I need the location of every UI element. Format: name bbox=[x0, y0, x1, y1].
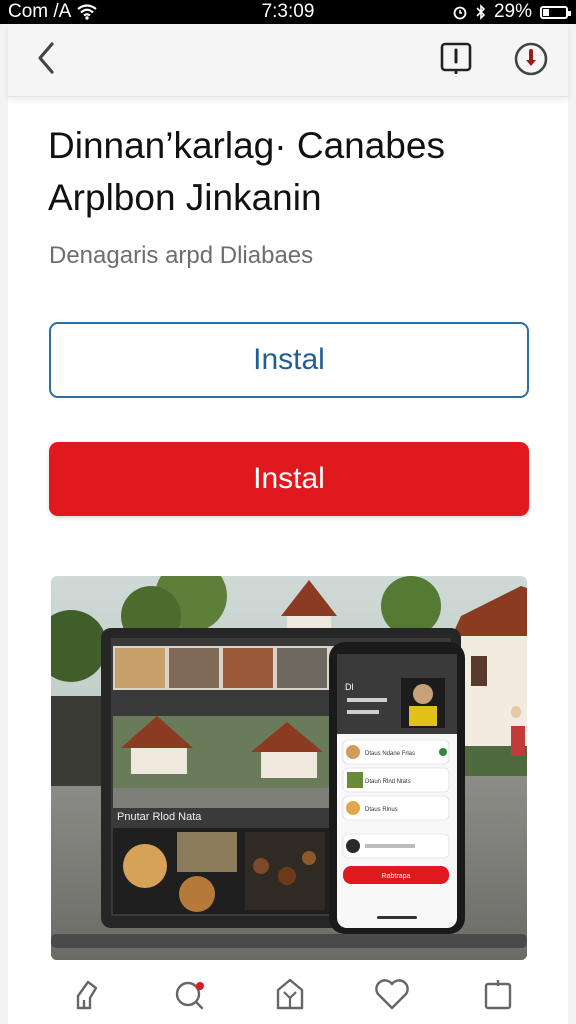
back-button[interactable] bbox=[32, 40, 62, 76]
tab-search[interactable] bbox=[170, 974, 210, 1014]
search-icon bbox=[175, 981, 204, 1010]
app-detail-sheet: Dinnan’karlag· Canabes Arplbon Jinkanin … bbox=[8, 24, 568, 1024]
status-bar: Com /A 7:3:09 29% bbox=[0, 0, 576, 24]
phone-item-1: Dtaus Ndane Frlas bbox=[365, 751, 415, 757]
app-screenshot[interactable]: Pnutar Rlod Nata Dl Dtaus Ndane Frlas Dt… bbox=[51, 576, 527, 960]
phone-button: Rabtrapa bbox=[382, 873, 411, 880]
heart-icon bbox=[375, 979, 409, 1010]
tab-bag[interactable] bbox=[478, 974, 518, 1014]
tab-home[interactable] bbox=[70, 974, 110, 1014]
install-primary-button[interactable]: Instal bbox=[49, 442, 529, 516]
battery-percent: 29% bbox=[493, 1, 532, 22]
app-title: Dinnan’karlag· Canabes Arplbon Jinkanin bbox=[48, 125, 445, 218]
laptop-caption: Pnutar Rlod Nata bbox=[117, 811, 202, 823]
install-outline-button[interactable]: Instal bbox=[49, 322, 529, 398]
alert-box-icon bbox=[440, 42, 472, 75]
phone-item-3: Dtaus Rlnus bbox=[365, 807, 398, 813]
bag-icon bbox=[484, 980, 512, 1010]
chevron-left-icon bbox=[38, 42, 54, 74]
tab-store[interactable] bbox=[270, 974, 310, 1014]
top-app-bar bbox=[8, 24, 568, 97]
app-screenshot-image: Pnutar Rlod Nata Dl Dtaus Ndane Frlas Dt… bbox=[51, 576, 527, 960]
store-icon bbox=[276, 978, 304, 1010]
battery-icon bbox=[540, 5, 571, 19]
app-subtitle: Denagaris arpd Dliabaes bbox=[49, 242, 314, 269]
tab-favorites[interactable] bbox=[372, 974, 412, 1014]
bluetooth-icon bbox=[476, 4, 486, 20]
alarm-icon bbox=[453, 6, 467, 20]
phone-item-2: Dtaun Rlnd Ntats bbox=[365, 779, 411, 785]
phone-header: Dl bbox=[345, 682, 354, 692]
home-icon bbox=[76, 980, 98, 1010]
bottom-tab-bar bbox=[8, 968, 568, 1024]
download-button[interactable] bbox=[514, 42, 548, 76]
notification-dot bbox=[196, 982, 204, 990]
alert-button[interactable] bbox=[440, 42, 472, 75]
download-circle-icon bbox=[514, 42, 548, 76]
